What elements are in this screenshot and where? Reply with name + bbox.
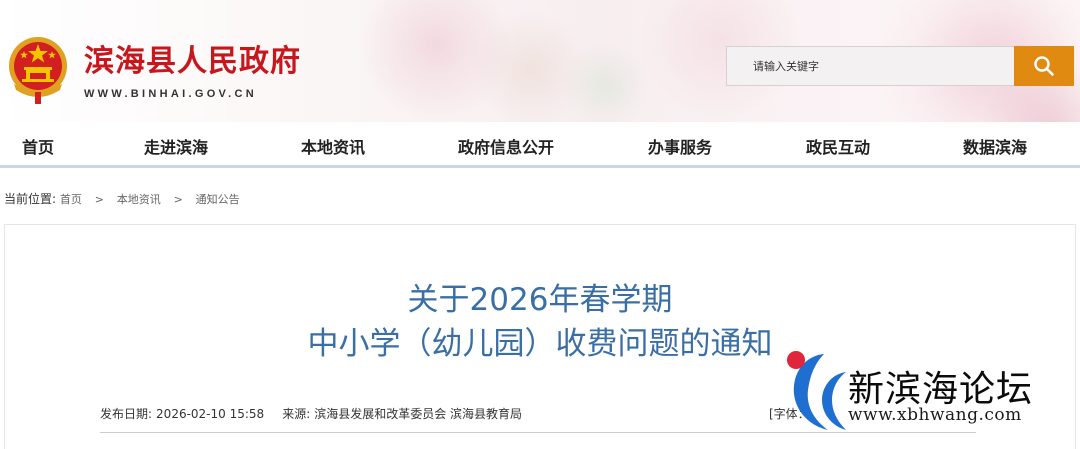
breadcrumb-prefix: 当前位置: [4, 192, 57, 206]
breadcrumb-notices[interactable]: 通知公告 [196, 193, 240, 206]
nav-item-about-binhai[interactable]: 走进滨海 [144, 134, 208, 158]
national-emblem-icon [9, 37, 67, 104]
search-button[interactable] [1014, 46, 1074, 86]
nav-item-home[interactable]: 首页 [22, 134, 54, 158]
xbh-logo-icon [787, 351, 846, 430]
site-title[interactable]: 滨海县人民政府 [84, 36, 301, 80]
publish-date-label: 发布日期: [100, 407, 153, 421]
main-nav: 首页 走进滨海 本地资讯 政府信息公开 办事服务 政民互动 数据滨海 [0, 122, 1080, 168]
nav-item-services[interactable]: 办事服务 [648, 134, 712, 158]
source-text: 滨海县发展和改革委员会 滨海县教育局 [314, 407, 523, 421]
watermark-url: www.xbhwang.com [848, 405, 1022, 425]
source-label: 来源: [282, 407, 311, 421]
publish-date: 2026-02-10 15:58 [156, 407, 265, 421]
breadcrumb-local-news[interactable]: 本地资讯 [117, 193, 161, 206]
blossom-decoration [560, 40, 650, 122]
breadcrumb-separator: > [94, 193, 104, 206]
site-header: 滨海县人民政府 WWW.BINHAI.GOV.CN [0, 0, 1080, 122]
breadcrumb-home[interactable]: 首页 [60, 193, 82, 206]
nav-item-interaction[interactable]: 政民互动 [806, 134, 870, 158]
article-meta: 发布日期: 2026-02-10 15:58 来源: 滨海县发展和改革委员会 滨海县教… [100, 405, 526, 422]
article-title-line2: 中小学（幼儿园）收费问题的通知 [307, 326, 773, 362]
nav-item-local-news[interactable]: 本地资讯 [301, 134, 365, 158]
nav-item-data-binhai[interactable]: 数据滨海 [963, 134, 1027, 158]
search-input[interactable] [726, 46, 1014, 86]
breadcrumb: 当前位置: 首页 > 本地资讯 > 通知公告 [4, 190, 240, 207]
nav-item-gov-info[interactable]: 政府信息公开 [458, 134, 554, 158]
search-bar [726, 46, 1074, 86]
search-icon [1034, 56, 1054, 76]
article-title-line1: 关于2026年春学期 [407, 282, 673, 318]
site-url: WWW.BINHAI.GOV.CN [84, 88, 258, 100]
breadcrumb-separator: > [173, 193, 183, 206]
